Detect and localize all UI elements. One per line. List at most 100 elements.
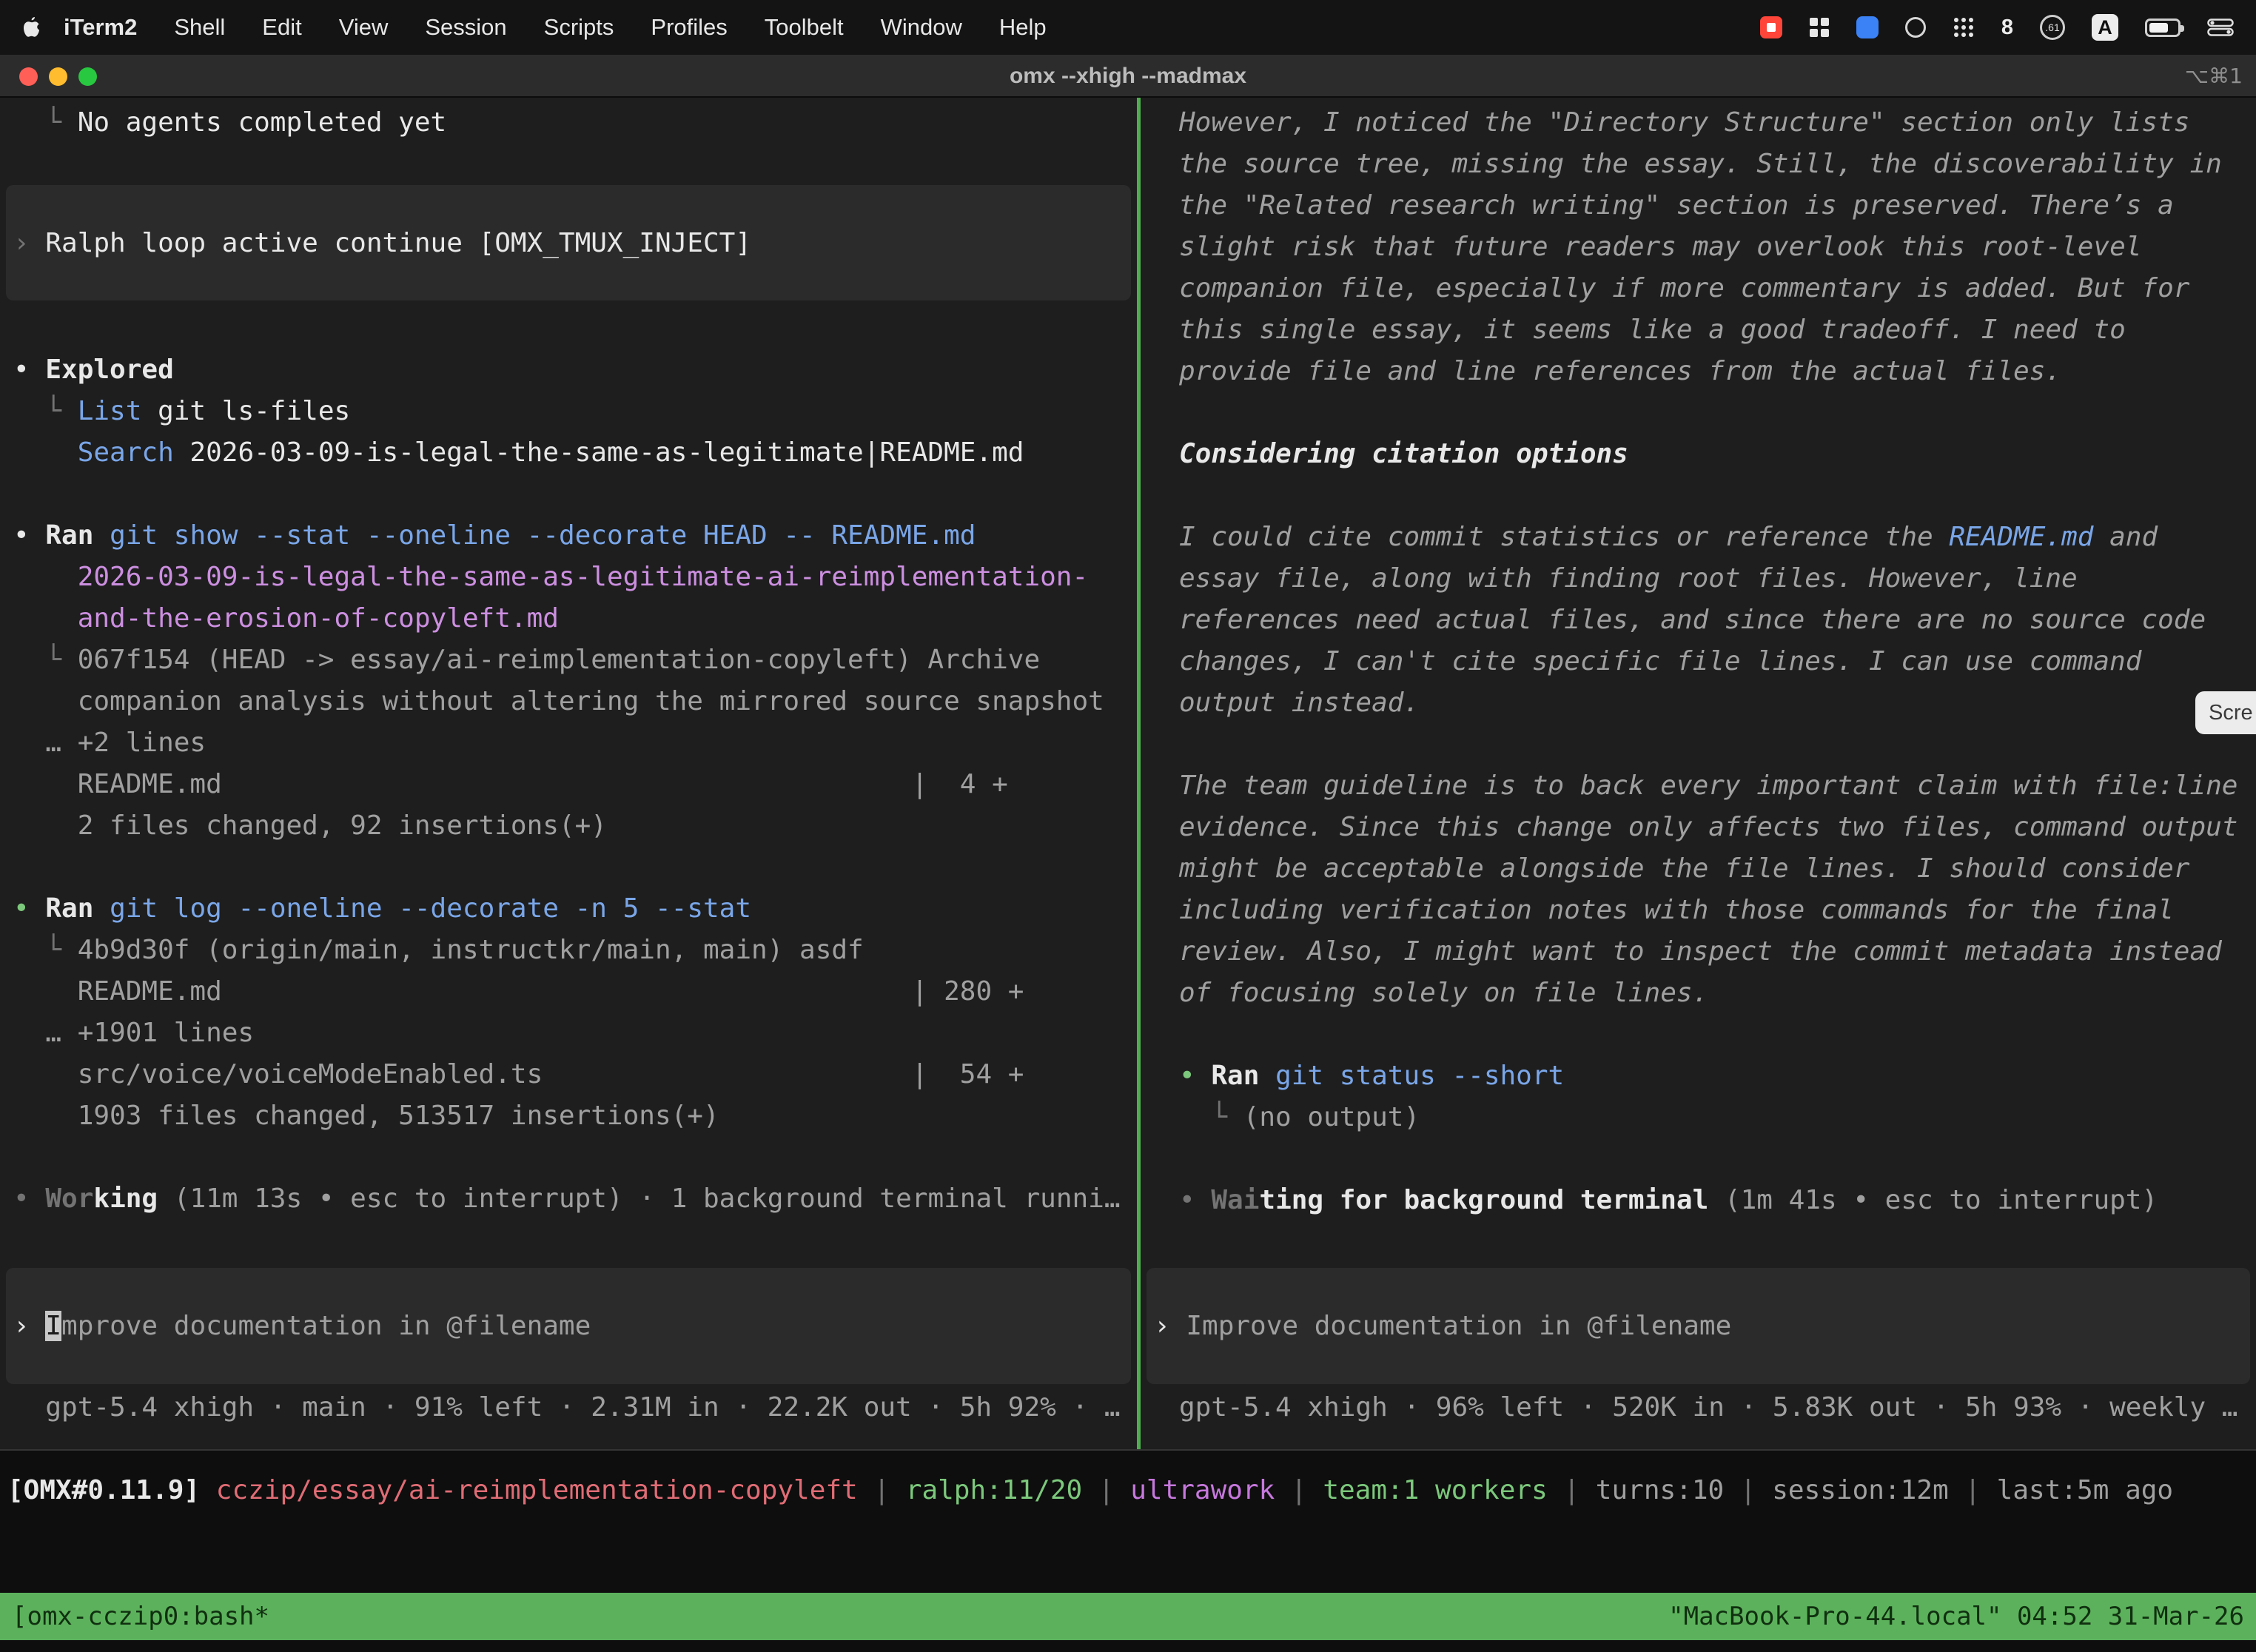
terminal-line: └ 4b9d30f (origin/main, instructkr/main,… bbox=[0, 930, 1137, 971]
eight-badge-icon[interactable]: 8 bbox=[2001, 16, 2013, 40]
text-segment bbox=[1259, 1061, 1275, 1091]
text-segment: Explored bbox=[45, 355, 173, 385]
terminal-line: gpt-5.4 xhigh · main · 91% left · 2.31M … bbox=[0, 1387, 1137, 1428]
panel-text: › Improve documentation in @filename bbox=[1147, 1311, 1731, 1341]
text-segment: companion file, especially if more comme… bbox=[1179, 273, 2189, 303]
terminal-line: • Ran git log --oneline --decorate -n 5 … bbox=[0, 888, 1137, 930]
panel-text: › Improve documentation in @filename bbox=[6, 1311, 591, 1341]
battery-gauge-icon[interactable]: .61 bbox=[2040, 15, 2065, 40]
terminal-line: companion file, especially if more comme… bbox=[1141, 268, 2256, 309]
text-segment: Ralph loop active continue [OMX_TMUX_INJ… bbox=[45, 228, 751, 258]
text-segment: 2026-03-09-is-legal-the-same-as-legitima… bbox=[78, 562, 1088, 592]
a-app-tile-icon[interactable]: A bbox=[2092, 14, 2118, 41]
terminal-line: changes, I can't cite specific file line… bbox=[1141, 641, 2256, 682]
text-segment: › bbox=[13, 228, 45, 258]
text-segment: Improve documentation in @filename bbox=[1186, 1311, 1731, 1341]
menu-item-iterm2[interactable]: iTerm2 bbox=[58, 14, 155, 41]
text-segment: Wai bbox=[1211, 1185, 1259, 1215]
terminal-line: this single essay, it seems like a good … bbox=[1141, 309, 2256, 351]
raycast-icon[interactable] bbox=[1856, 16, 1879, 38]
text-segment: • bbox=[13, 355, 45, 385]
control-center-icon[interactable] bbox=[2207, 19, 2234, 36]
circle-app-icon[interactable] bbox=[1905, 17, 1926, 38]
menu-item-scripts[interactable]: Scripts bbox=[526, 14, 633, 41]
text-segment: git status --short bbox=[1275, 1061, 1564, 1091]
terminal-line: README.md | 280 + bbox=[0, 971, 1137, 1013]
text-segment: Wor bbox=[45, 1183, 93, 1214]
text-segment: Considering citation options bbox=[1179, 439, 1628, 469]
blank-line bbox=[1141, 1138, 2256, 1180]
screen-recording-stop-icon[interactable] bbox=[1760, 16, 1782, 38]
text-segment: essay file, along with finding root file… bbox=[1179, 563, 2078, 594]
spacer bbox=[0, 1220, 1137, 1268]
terminal-line: However, I noticed the "Directory Struct… bbox=[1141, 102, 2256, 144]
text-segment: ralph:11/20 bbox=[906, 1475, 1082, 1505]
text-segment: src/voice/voiceModeEnabled.ts bbox=[13, 1059, 543, 1089]
terminal: └ No agents completed yet› Ralph loop ac… bbox=[0, 98, 2256, 1652]
app-grid-icon[interactable] bbox=[1953, 16, 1975, 38]
text-segment: git log --oneline --decorate -n 5 --stat bbox=[110, 893, 751, 924]
blank-line bbox=[1141, 392, 2256, 434]
menu-item-help[interactable]: Help bbox=[981, 14, 1065, 41]
text-segment: However, I noticed the "Directory Struct… bbox=[1179, 107, 2189, 138]
prompt-input[interactable]: › Improve documentation in @filename bbox=[6, 1268, 1131, 1384]
terminal-line: The team guideline is to back every impo… bbox=[1141, 765, 2256, 807]
apple-menu-icon[interactable] bbox=[0, 16, 58, 39]
menu-bar-status-area: 8 .61 A bbox=[1760, 14, 2256, 41]
terminal-line: … +2 lines bbox=[0, 722, 1137, 764]
text-segment: No agents completed yet bbox=[78, 107, 447, 138]
menu-item-shell[interactable]: Shell bbox=[155, 14, 244, 41]
menu-item-window[interactable]: Window bbox=[862, 14, 981, 41]
terminal-line: • Ran git status --short bbox=[1141, 1055, 2256, 1097]
terminal-line: └ (no output) bbox=[1141, 1097, 2256, 1138]
text-segment: of focusing solely on file lines. bbox=[1179, 978, 1708, 1008]
grid-icon[interactable] bbox=[1809, 17, 1830, 38]
text-segment: the "Related research writing" section i… bbox=[1179, 190, 2174, 221]
terminal-line: └ List git ls-files bbox=[0, 391, 1137, 432]
text-segment: mprove documentation in @filename bbox=[61, 1311, 591, 1341]
terminal-line: I could cite commit statistics or refere… bbox=[1141, 517, 2256, 558]
text-segment: provide file and line references from th… bbox=[1179, 356, 2061, 386]
text-segment: session:12m bbox=[1772, 1475, 1948, 1505]
text-segment: The team guideline is to back every impo… bbox=[1179, 770, 2237, 801]
terminal-line: of focusing solely on file lines. bbox=[1141, 973, 2256, 1014]
menu-item-profiles[interactable]: Profiles bbox=[632, 14, 745, 41]
battery-icon[interactable] bbox=[2145, 19, 2181, 37]
text-segment: turns:10 bbox=[1596, 1475, 1724, 1505]
text-segment: I bbox=[45, 1311, 61, 1341]
terminal-line: • Explored bbox=[0, 349, 1137, 391]
text-segment: | bbox=[1082, 1475, 1130, 1505]
text-segment: • bbox=[13, 1183, 45, 1214]
terminal-line: essay file, along with finding root file… bbox=[1141, 558, 2256, 600]
text-segment: | 54 + bbox=[912, 1059, 1024, 1089]
terminal-line: companion analysis without altering the … bbox=[0, 681, 1137, 722]
text-segment: • bbox=[1179, 1061, 1211, 1091]
tmux-status-bar: [omx-cczip0:bash* "MacBook-Pro-44.local"… bbox=[0, 1593, 2256, 1640]
text-segment: (11m 13s • esc to interrupt) · 1 backgro… bbox=[158, 1183, 1120, 1214]
tmux-session-window: [omx-cczip0:bash* bbox=[12, 1593, 269, 1640]
terminal-line: Search 2026-03-09-is-legal-the-same-as-l… bbox=[0, 432, 1137, 474]
text-segment: git ls-files bbox=[141, 396, 350, 426]
terminal-line: └ 067f154 (HEAD -> essay/ai-reimplementa… bbox=[0, 639, 1137, 681]
text-segment: ting for background terminal bbox=[1259, 1185, 1708, 1215]
text-segment: Ran bbox=[1211, 1061, 1259, 1091]
right-pane: However, I noticed the "Directory Struct… bbox=[1141, 98, 2256, 1449]
terminal-line: evidence. Since this change only affects… bbox=[1141, 807, 2256, 848]
prompt-input[interactable]: › Improve documentation in @filename bbox=[1147, 1268, 2250, 1384]
text-segment: team:1 workers bbox=[1323, 1475, 1547, 1505]
terminal-line: • Working (11m 13s • esc to interrupt) ·… bbox=[0, 1178, 1137, 1220]
text-segment: output instead. bbox=[1179, 688, 1420, 718]
menu-item-edit[interactable]: Edit bbox=[244, 14, 320, 41]
text-segment: [OMX#0.11.9] bbox=[7, 1475, 200, 1505]
blank-line bbox=[1141, 475, 2256, 517]
menu-item-toolbelt[interactable]: Toolbelt bbox=[746, 14, 862, 41]
menu-item-session[interactable]: Session bbox=[406, 14, 525, 41]
text-segment bbox=[93, 893, 110, 924]
text-segment: I could cite commit statistics or refere… bbox=[1179, 522, 1949, 552]
blank-line bbox=[0, 847, 1137, 888]
text-segment: README.md bbox=[13, 976, 222, 1007]
terminal-line: the source tree, missing the essay. Stil… bbox=[1141, 144, 2256, 185]
menu-item-view[interactable]: View bbox=[320, 14, 407, 41]
screen-share-pill[interactable]: Scre bbox=[2195, 691, 2256, 734]
spacer bbox=[0, 300, 1137, 349]
